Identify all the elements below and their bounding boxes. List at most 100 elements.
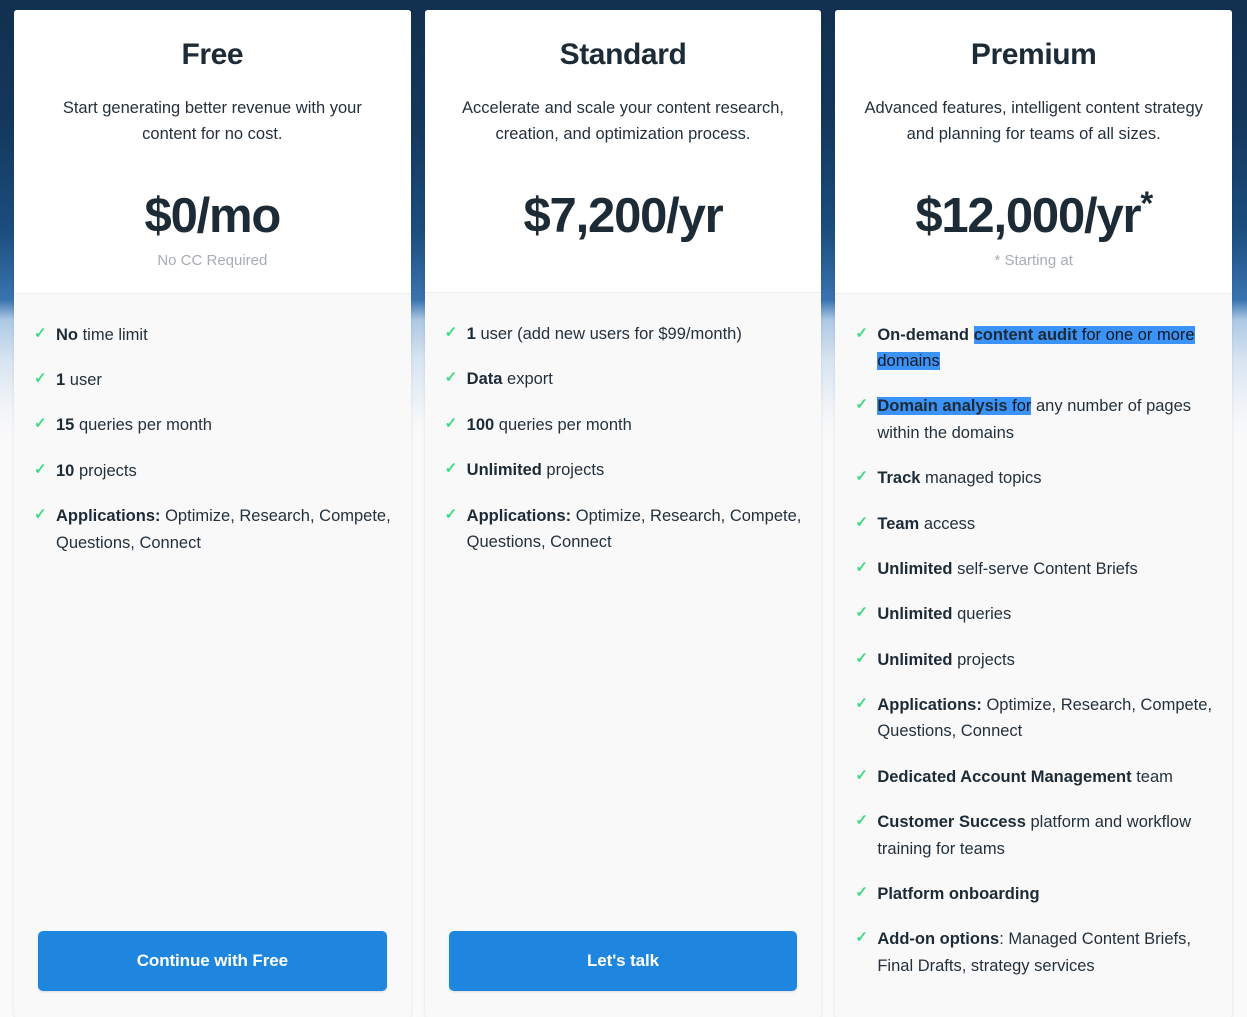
- feature-text: On-demand content audit for one or more …: [877, 322, 1212, 375]
- feature-text: Data export: [467, 366, 802, 392]
- feature-item: ✓ Dedicated Account Management team: [855, 764, 1212, 790]
- feature-text: Add-on options: Managed Content Briefs, …: [877, 926, 1212, 979]
- feature-item: ✓ Team access: [855, 511, 1212, 537]
- plan-price: $12,000/yr*: [857, 186, 1210, 243]
- plan-name: Standard: [559, 38, 687, 71]
- plan-card-premium: Premium Advanced features, intelligent c…: [835, 10, 1233, 1017]
- feature-text-selected: for: [1007, 397, 1032, 416]
- feature-emphasis: Track: [877, 469, 921, 488]
- plan-price-asterisk: *: [1140, 184, 1153, 222]
- feature-text-plain: queries per month: [494, 415, 632, 434]
- feature-emphasis: 1: [56, 370, 66, 389]
- feature-emphasis-selected: content audit: [973, 325, 1078, 344]
- feature-item: ✓ 1 user (add new users for $99/month): [445, 321, 802, 347]
- feature-item: ✓ 100 queries per month: [445, 412, 802, 438]
- feature-text-plain: projects: [541, 461, 605, 480]
- feature-text: 100 queries per month: [467, 412, 802, 438]
- feature-emphasis: 15: [56, 416, 75, 435]
- feature-emphasis: Applications:: [56, 507, 161, 526]
- plan-description: Accelerate and scale your content resear…: [462, 98, 784, 143]
- feature-text: 1 user (add new users for $99/month): [467, 321, 802, 347]
- plan-header: Free Start generating better revenue wit…: [14, 10, 411, 293]
- plan-price: $0/mo: [36, 188, 389, 243]
- feature-item: ✓ 10 projects: [34, 458, 391, 484]
- feature-emphasis: Team: [877, 514, 920, 533]
- plan-price: $7,200/yr: [447, 190, 800, 242]
- feature-text-plain: time limit: [78, 325, 148, 344]
- cta-button-free[interactable]: Continue with Free: [38, 931, 387, 991]
- feature-item: ✓ Applications: Optimize, Research, Compe…: [34, 503, 391, 556]
- feature-text: Applications: Optimize, Research, Compet…: [467, 503, 802, 556]
- check-icon: ✓: [855, 604, 868, 622]
- plan-card-standard: Standard Accelerate and scale your conte…: [424, 10, 822, 1017]
- feature-text: 1 user: [56, 367, 391, 393]
- feature-text: Applications: Optimize, Research, Compet…: [56, 503, 391, 556]
- feature-item: ✓ Applications: Optimize, Research, Compe…: [855, 692, 1212, 745]
- check-icon: ✓: [855, 324, 868, 342]
- plan-header: Premium Advanced features, intelligent c…: [835, 10, 1233, 293]
- price-block: $7,200/yr: [447, 190, 800, 270]
- feature-emphasis: Applications:: [466, 506, 572, 525]
- check-icon: ✓: [855, 695, 868, 713]
- feature-text: Dedicated Account Management team: [877, 764, 1212, 790]
- plan-header: Standard Accelerate and scale your conte…: [424, 10, 822, 293]
- feature-item: ✓ No time limit: [34, 322, 391, 348]
- check-icon: ✓: [34, 415, 47, 433]
- feature-emphasis-selected: Domain analysis: [877, 397, 1008, 416]
- plan-price-note: * Starting at: [994, 252, 1073, 270]
- feature-text: Unlimited queries: [877, 601, 1212, 627]
- feature-text: 15 queries per month: [56, 412, 391, 438]
- feature-emphasis: Add-on options: [877, 930, 1000, 949]
- feature-text-plain: projects: [952, 650, 1015, 669]
- feature-text: Unlimited projects: [467, 457, 802, 483]
- feature-emphasis: 100: [466, 415, 495, 434]
- feature-text-plain: self-serve Content Briefs: [952, 559, 1138, 578]
- feature-emphasis: 1: [466, 325, 476, 344]
- check-icon: ✓: [34, 369, 47, 387]
- plan-footer: Let's talk: [424, 915, 822, 1017]
- feature-text: Customer Success platform and workflow t…: [877, 809, 1212, 862]
- cta-button-standard[interactable]: Let's talk: [448, 931, 798, 991]
- feature-emphasis: Applications:: [877, 696, 982, 715]
- plan-description: Advanced features, intelligent content s…: [864, 98, 1203, 143]
- check-icon: ✓: [855, 396, 868, 414]
- check-icon: ✓: [444, 324, 458, 342]
- feature-item: ✓ Track managed topics: [855, 465, 1212, 491]
- feature-text: Team access: [877, 511, 1212, 537]
- feature-emphasis: Platform onboarding: [877, 885, 1040, 904]
- feature-item: ✓ Unlimited projects: [855, 647, 1212, 673]
- plan-name: Premium: [970, 38, 1097, 71]
- feature-text-plain: projects: [74, 461, 137, 480]
- feature-emphasis: Unlimited: [877, 559, 953, 578]
- check-icon: ✓: [444, 505, 458, 523]
- plan-name: Free: [181, 38, 244, 71]
- feature-emphasis: Unlimited: [466, 461, 542, 480]
- feature-text: No time limit: [56, 322, 391, 348]
- feature-item: ✓ On-demand content audit for one or more…: [855, 322, 1212, 375]
- feature-text-plain: user (add new users for $99/month): [475, 325, 742, 344]
- check-icon: ✓: [34, 324, 47, 342]
- check-icon: ✓: [855, 468, 868, 486]
- feature-item: ✓ Unlimited queries: [855, 601, 1212, 627]
- feature-item: ✓ Platform onboarding: [855, 881, 1212, 907]
- feature-text: Applications: Optimize, Research, Compet…: [877, 692, 1212, 745]
- feature-text-plain: queries per month: [74, 416, 212, 435]
- feature-text: Unlimited self-serve Content Briefs: [877, 556, 1212, 582]
- check-icon: ✓: [34, 506, 47, 524]
- feature-text-plain: user: [65, 370, 102, 389]
- plan-price-note: No CC Required: [157, 252, 268, 270]
- feature-list: ✓ On-demand content audit for one or more…: [835, 292, 1233, 1009]
- feature-emphasis: Unlimited: [877, 650, 953, 669]
- feature-emphasis: Data: [466, 370, 503, 389]
- plan-price-amount: $0/mo: [144, 188, 282, 243]
- feature-emphasis: On-demand: [877, 325, 974, 344]
- feature-item: ✓ Unlimited projects: [445, 457, 802, 483]
- check-icon: ✓: [855, 513, 868, 531]
- feature-emphasis: 10: [56, 461, 75, 480]
- plan-price-amount: $12,000/yr: [915, 188, 1141, 243]
- feature-text: Track managed topics: [877, 465, 1212, 491]
- feature-emphasis: Customer Success: [877, 813, 1026, 832]
- check-icon: ✓: [444, 369, 458, 387]
- plan-footer: Let's talk: [835, 1008, 1233, 1017]
- plan-footer: Continue with Free: [14, 915, 411, 1017]
